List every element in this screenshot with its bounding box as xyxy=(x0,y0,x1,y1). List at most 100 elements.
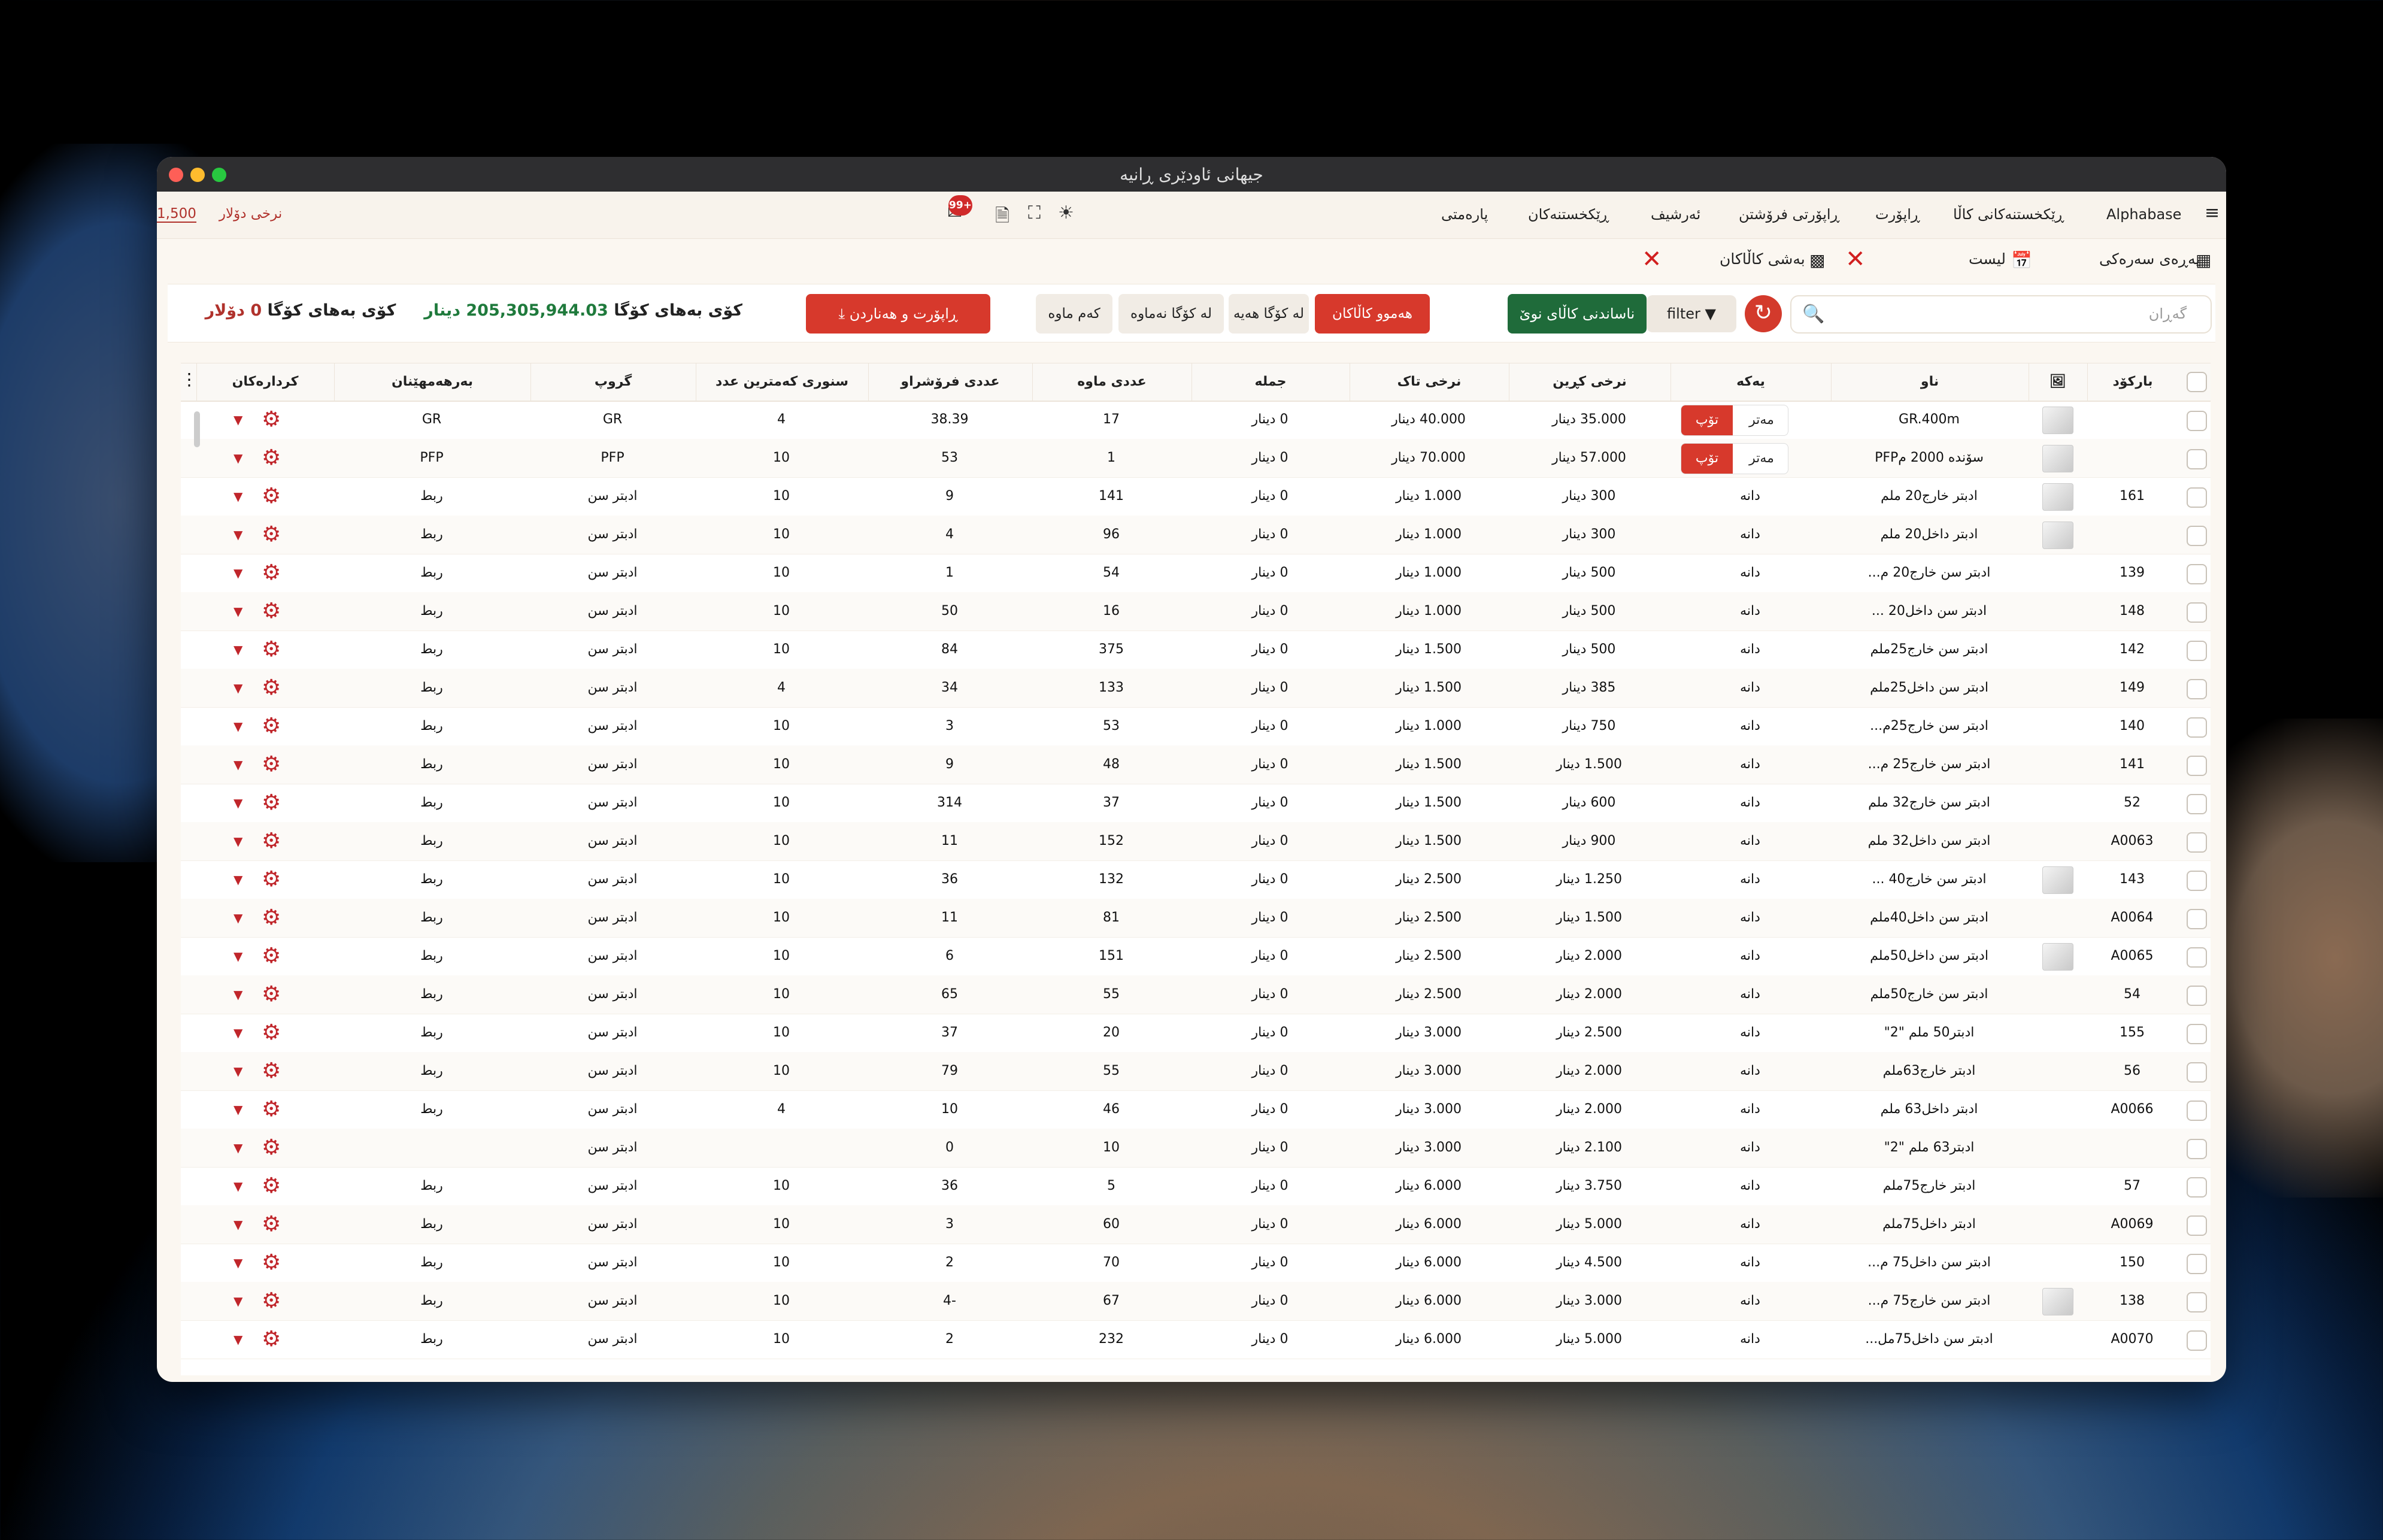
row-checkbox[interactable] xyxy=(2187,679,2207,699)
settings-gear-icon[interactable]: ⚙ xyxy=(262,1282,281,1320)
row-checkbox[interactable] xyxy=(2187,832,2207,853)
product-thumbnail[interactable] xyxy=(2042,1288,2073,1315)
row-checkbox[interactable] xyxy=(2187,1139,2207,1159)
table-row[interactable]: سۆندە 2000 مPFP تۆپ مەتر 57.000 دینار 70.000… xyxy=(181,439,2211,478)
invoice-icon[interactable]: 🗎 xyxy=(995,202,1009,233)
settings-gear-icon[interactable]: ⚙ xyxy=(262,745,281,784)
settings-gear-icon[interactable]: ⚙ xyxy=(262,1052,281,1090)
row-checkbox[interactable] xyxy=(2187,1024,2207,1044)
filter-button[interactable]: filter ▼ xyxy=(1647,295,1736,332)
chevron-down-icon[interactable]: ▼ xyxy=(234,1052,242,1090)
table-row[interactable]: 150 ادبتر سن داخل75 م... دانە 4.500 دینار 6.… xyxy=(181,1244,2211,1283)
table-row[interactable]: 148 ادبتر سن داخل20 ... دانە 500 دینار 1.000… xyxy=(181,592,2211,631)
chevron-down-icon[interactable]: ▼ xyxy=(234,1090,242,1129)
row-checkbox[interactable] xyxy=(2187,717,2207,738)
chevron-down-icon[interactable]: ▼ xyxy=(234,1320,242,1359)
header-actions[interactable]: کردارەکان xyxy=(196,363,334,401)
row-checkbox[interactable] xyxy=(2187,641,2207,661)
chevron-down-icon[interactable]: ▼ xyxy=(234,401,242,439)
row-checkbox[interactable] xyxy=(2187,1101,2207,1121)
chevron-down-icon[interactable]: ▼ xyxy=(234,975,242,1014)
chevron-down-icon[interactable]: ▼ xyxy=(234,707,242,745)
settings-gear-icon[interactable]: ⚙ xyxy=(262,860,281,899)
chevron-down-icon[interactable]: ▼ xyxy=(234,1205,242,1244)
header-min[interactable]: سنوری کەمترین عدد xyxy=(696,363,868,401)
settings-gear-icon[interactable]: ⚙ xyxy=(262,477,281,516)
row-checkbox[interactable] xyxy=(2187,1215,2207,1236)
chevron-down-icon[interactable]: ▼ xyxy=(234,937,242,975)
chevron-down-icon[interactable]: ▼ xyxy=(234,516,242,554)
products-section-tab[interactable]: بەشی کاڵاکان xyxy=(1720,250,1805,268)
settings-gear-icon[interactable]: ⚙ xyxy=(262,937,281,975)
unit-toggle[interactable]: تۆپ مەتر xyxy=(1681,405,1788,436)
table-row[interactable]: 142 ادبتر سن خارج25ملم دانە 500 دینار 1.500 … xyxy=(181,630,2211,669)
column-options-icon[interactable]: ⋮ xyxy=(181,369,198,389)
unit-meter-option[interactable]: مەتر xyxy=(1735,405,1788,435)
table-row[interactable]: ادبتر داخل20 ملم دانە 300 دینار 1.000 دینار… xyxy=(181,516,2211,554)
low-stock-button[interactable]: کەم ماوە xyxy=(1036,294,1112,334)
unit-meter-option[interactable]: مەتر xyxy=(1735,444,1788,474)
row-checkbox[interactable] xyxy=(2187,411,2207,431)
table-row[interactable]: 139 ادبتر سن خارج20 م... دانە 500 دینار 1.00… xyxy=(181,554,2211,593)
fullscreen-icon[interactable]: ⛶ xyxy=(1028,202,1041,223)
in-stock-button[interactable]: لە کۆگا هەیە xyxy=(1229,294,1309,334)
row-checkbox[interactable] xyxy=(2187,986,2207,1006)
header-whole[interactable]: جملە xyxy=(1192,363,1349,401)
table-row[interactable]: A0066 ادبتر داخل63 ملم دانە 2.000 دینار 3.00… xyxy=(181,1090,2211,1129)
table-row[interactable]: A0065 ادبتر سن داخل50ملم دانە 2.000 دینار 2.… xyxy=(181,937,2211,976)
row-checkbox[interactable] xyxy=(2187,526,2207,546)
settings-gear-icon[interactable]: ⚙ xyxy=(262,822,281,860)
select-all-checkbox[interactable] xyxy=(2187,372,2207,392)
menu-settings[interactable]: ڕێکخستنەکان xyxy=(1528,206,1609,223)
chevron-down-icon[interactable]: ▼ xyxy=(234,630,242,669)
theme-sun-icon[interactable]: ☀ xyxy=(1058,202,1074,223)
new-product-button[interactable]: ناساندنی کاڵای نوێ xyxy=(1508,294,1647,334)
product-thumbnail[interactable] xyxy=(2042,866,2073,894)
menu-product-settings[interactable]: ڕێکخستنەکانی کاڵا xyxy=(1953,206,2064,223)
unit-roll-option[interactable]: تۆپ xyxy=(1681,444,1733,474)
settings-gear-icon[interactable]: ⚙ xyxy=(262,516,281,554)
settings-gear-icon[interactable]: ⚙ xyxy=(262,784,281,822)
table-row[interactable]: 56 ادبتر خارج63ملم دانە 2.000 دینار 3.000 دی… xyxy=(181,1052,2211,1091)
chevron-down-icon[interactable]: ▼ xyxy=(234,822,242,860)
settings-gear-icon[interactable]: ⚙ xyxy=(262,1320,281,1359)
row-checkbox[interactable] xyxy=(2187,794,2207,814)
row-checkbox[interactable] xyxy=(2187,449,2207,469)
settings-gear-icon[interactable]: ⚙ xyxy=(262,1244,281,1282)
unit-toggle[interactable]: تۆپ مەتر xyxy=(1681,443,1788,474)
row-checkbox[interactable] xyxy=(2187,1177,2207,1198)
header-group[interactable]: گروپ xyxy=(530,363,695,401)
table-row[interactable]: 54 ادبتر سن خارج50ملم دانە 2.000 دینار 2.500… xyxy=(181,975,2211,1014)
table-row[interactable]: GR.400m تۆپ مەتر 35.000 دینار 40.000 دینار 0 … xyxy=(181,401,2211,439)
settings-gear-icon[interactable]: ⚙ xyxy=(262,1167,281,1205)
menu-sales-report[interactable]: ڕاپۆرتی فرۆشتن xyxy=(1739,206,1839,223)
table-row[interactable]: ادبتر63 ملم "2" دانە 2.100 دینار 3.000 دینا… xyxy=(181,1129,2211,1168)
settings-gear-icon[interactable]: ⚙ xyxy=(262,899,281,937)
settings-gear-icon[interactable]: ⚙ xyxy=(262,669,281,707)
hamburger-menu-icon[interactable]: ≡ xyxy=(2205,202,2220,223)
table-row[interactable]: 138 ادبتر سن خارج75 م... دانە 3.000 دینار 6.… xyxy=(181,1282,2211,1321)
header-sold[interactable]: عددی فرۆشراو xyxy=(868,363,1032,401)
chevron-down-icon[interactable]: ▼ xyxy=(234,745,242,784)
settings-gear-icon[interactable]: ⚙ xyxy=(262,1014,281,1052)
row-checkbox[interactable] xyxy=(2187,1330,2207,1351)
menu-report[interactable]: ڕاپۆرت xyxy=(1875,206,1920,223)
settings-gear-icon[interactable]: ⚙ xyxy=(262,1205,281,1244)
home-tab[interactable]: پەڕەی سەرەکی xyxy=(2099,250,2200,268)
row-checkbox[interactable] xyxy=(2187,1062,2207,1083)
header-buy[interactable]: نرخی کڕین xyxy=(1509,363,1670,401)
menu-archive[interactable]: ئەرشیف xyxy=(1651,206,1700,223)
row-checkbox[interactable] xyxy=(2187,602,2207,623)
header-thumb[interactable]: 🖼 xyxy=(2029,363,2087,401)
report-export-button[interactable]: ⤓ ڕاپۆرت و هەناردن xyxy=(806,294,990,334)
close-products-tab-icon[interactable]: ✕ xyxy=(1642,245,1662,273)
header-barcode[interactable]: بارکۆد xyxy=(2087,363,2178,401)
table-row[interactable]: 149 ادبتر سن داخل25ملم دانە 385 دینار 1.500 … xyxy=(181,669,2211,708)
dollar-rate[interactable]: 1,500 نرخی دۆلار xyxy=(157,206,282,223)
row-checkbox[interactable] xyxy=(2187,947,2207,968)
header-remain[interactable]: عددی ماوە xyxy=(1032,363,1191,401)
table-row[interactable]: 52 ادبتر سن خارج32 ملم دانە 600 دینار 1.500 … xyxy=(181,784,2211,823)
header-name[interactable]: ناو xyxy=(1831,363,2028,401)
table-row[interactable]: A0069 ادبتر داخل75ملم دانە 5.000 دینار 6.000… xyxy=(181,1205,2211,1244)
menu-alphabase[interactable]: Alphabase xyxy=(2106,206,2181,223)
